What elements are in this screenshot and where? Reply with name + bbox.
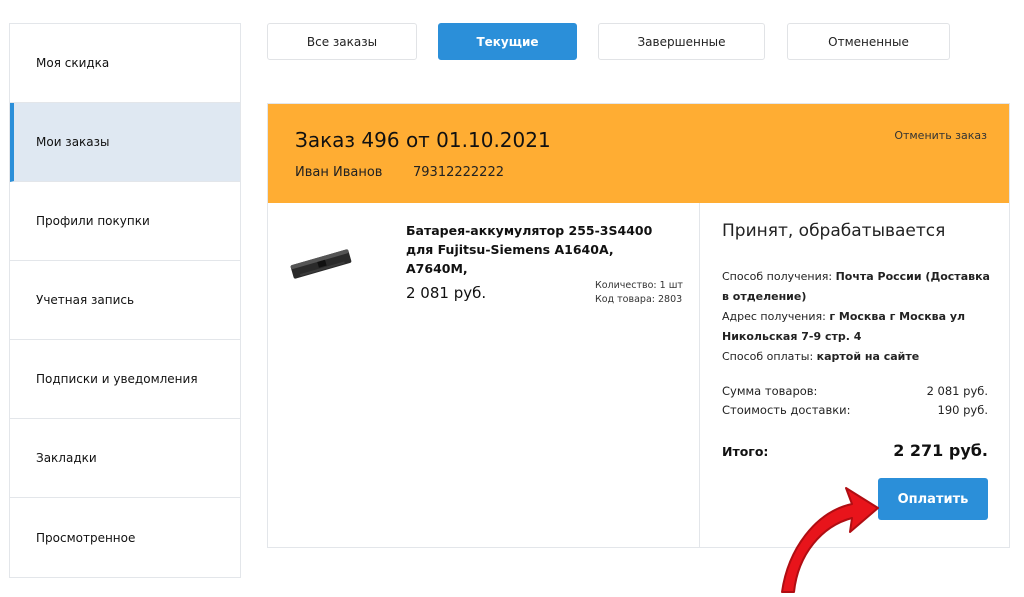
product-code: Код товара: 2803 bbox=[595, 294, 683, 305]
delivery-cost-value: 190 руб. bbox=[937, 403, 988, 417]
red-arrow-icon bbox=[781, 487, 879, 593]
sidebar-item-discount[interactable]: Моя скидка bbox=[10, 24, 240, 103]
sidebar-item-label: Подписки и уведомления bbox=[36, 372, 198, 386]
order-header: Заказ 496 от 01.10.2021 Иван Иванов 7931… bbox=[268, 104, 1009, 203]
total-row: Итого: 2 271 руб. bbox=[722, 441, 988, 460]
product-quantity: Количество: 1 шт bbox=[595, 280, 683, 291]
delivery-cost-row: Стоимость доставки: 190 руб. bbox=[722, 403, 988, 417]
goods-sum-label: Сумма товаров: bbox=[722, 384, 818, 398]
delivery-method: Способ получения: Почта России (Доставка… bbox=[722, 267, 994, 307]
sidebar-item-label: Мои заказы bbox=[36, 135, 110, 149]
sidebar-item-orders[interactable]: Мои заказы bbox=[10, 103, 240, 182]
tab-current[interactable]: Текущие bbox=[438, 23, 577, 60]
delivery-address-label: Адрес получения: bbox=[722, 310, 830, 323]
tab-cancelled[interactable]: Отмененные bbox=[787, 23, 950, 60]
payment-method: Способ оплаты: картой на сайте bbox=[722, 347, 994, 367]
sidebar-item-account[interactable]: Учетная запись bbox=[10, 261, 240, 340]
sidebar-item-label: Просмотренное bbox=[36, 530, 136, 545]
delivery-method-label: Способ получения: bbox=[722, 270, 836, 283]
customer-phone: 79312222222 bbox=[413, 165, 504, 180]
sidebar-item-label: Учетная запись bbox=[36, 293, 135, 307]
tab-all-orders[interactable]: Все заказы bbox=[267, 23, 417, 60]
account-sidebar: Моя скидка Мои заказы Профили покупки Уч… bbox=[9, 23, 241, 578]
sidebar-item-viewed[interactable]: Просмотренное bbox=[10, 498, 240, 577]
sidebar-item-label: Закладки bbox=[36, 451, 97, 465]
sidebar-item-label: Моя скидка bbox=[36, 56, 110, 70]
pay-button[interactable]: Оплатить bbox=[878, 478, 988, 520]
battery-image[interactable] bbox=[288, 244, 354, 284]
order-info: Способ получения: Почта России (Доставка… bbox=[722, 267, 994, 367]
product-price: 2 081 руб. bbox=[406, 284, 487, 302]
product-meta: Количество: 1 шт Код товара: 2803 bbox=[595, 279, 683, 307]
goods-sum-row: Сумма товаров: 2 081 руб. bbox=[722, 384, 988, 398]
payment-method-label: Способ оплаты: bbox=[722, 350, 817, 363]
customer-name: Иван Иванов bbox=[295, 165, 383, 180]
payment-method-value: картой на сайте bbox=[816, 350, 920, 363]
goods-sum-value: 2 081 руб. bbox=[926, 384, 988, 398]
delivery-address: Адрес получения: г Москва г Москва ул Ни… bbox=[722, 307, 994, 347]
order-card: Заказ 496 от 01.10.2021 Иван Иванов 7931… bbox=[267, 103, 1010, 548]
sidebar-item-label: Профили покупки bbox=[36, 214, 150, 228]
tab-completed[interactable]: Завершенные bbox=[598, 23, 765, 60]
total-label: Итого: bbox=[722, 444, 769, 459]
order-status: Принят, обрабатывается bbox=[722, 221, 946, 241]
card-divider bbox=[699, 203, 700, 547]
total-value: 2 271 руб. bbox=[893, 441, 988, 460]
cancel-order-link[interactable]: Отменить заказ bbox=[894, 129, 987, 142]
sidebar-item-bookmarks[interactable]: Закладки bbox=[10, 419, 240, 498]
sidebar-item-purchase-profiles[interactable]: Профили покупки bbox=[10, 182, 240, 261]
order-title: Заказ 496 от 01.10.2021 bbox=[295, 128, 551, 152]
delivery-cost-label: Стоимость доставки: bbox=[722, 403, 851, 417]
sidebar-item-subscriptions[interactable]: Подписки и уведомления bbox=[10, 340, 240, 419]
product-name[interactable]: Батарея-аккумулятор 255-3S4400 для Fujit… bbox=[406, 221, 676, 278]
